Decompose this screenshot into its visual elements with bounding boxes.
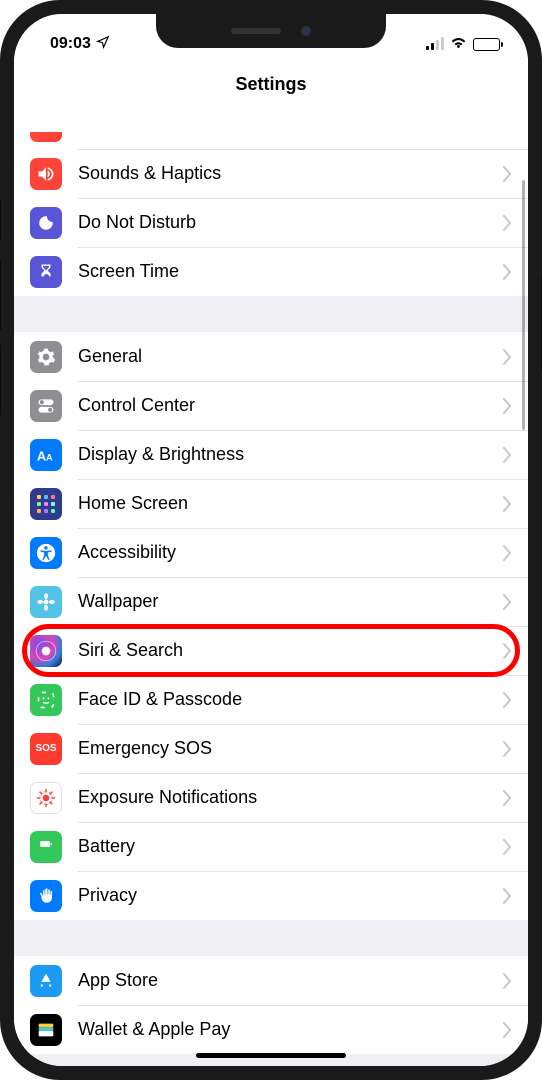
status-time: 09:03 <box>50 35 91 53</box>
settings-row-privacy[interactable]: Privacy <box>14 871 528 920</box>
row-label: Display & Brightness <box>78 444 503 465</box>
svg-text:A: A <box>37 448 46 463</box>
settings-row-screen-time[interactable]: Screen Time <box>14 247 528 296</box>
row-label: General <box>78 346 503 367</box>
hw-volume-down <box>0 345 1 415</box>
svg-text:A: A <box>46 452 53 462</box>
settings-row-siri-search[interactable]: Siri & Search <box>14 626 528 675</box>
face-icon <box>30 684 62 716</box>
cellular-signal-icon <box>426 38 444 50</box>
chevron-right-icon <box>503 741 512 757</box>
battery-icon <box>473 38 500 51</box>
settings-row-home-screen[interactable]: Home Screen <box>14 479 528 528</box>
chevron-right-icon <box>503 973 512 989</box>
moon-icon <box>30 207 62 239</box>
page-title: Settings <box>235 74 306 95</box>
chevron-right-icon <box>503 447 512 463</box>
row-label: Privacy <box>78 885 503 906</box>
settings-row-do-not-disturb[interactable]: Do Not Disturb <box>14 198 528 247</box>
chevron-right-icon <box>503 166 512 182</box>
chevron-right-icon <box>503 790 512 806</box>
settings-row-accessibility[interactable]: Accessibility <box>14 528 528 577</box>
row-label: Sounds & Haptics <box>78 163 503 184</box>
chevron-right-icon <box>503 496 512 512</box>
settings-row-sounds-haptics[interactable]: Sounds & Haptics <box>14 149 528 198</box>
flower-icon <box>30 586 62 618</box>
location-icon <box>96 35 110 54</box>
nav-header: Settings <box>14 60 528 110</box>
settings-row-exposure-notifications[interactable]: Exposure Notifications <box>14 773 528 822</box>
chevron-right-icon <box>503 692 512 708</box>
switches-icon <box>30 390 62 422</box>
settings-row-control-center[interactable]: Control Center <box>14 381 528 430</box>
appstore-icon <box>30 965 62 997</box>
chevron-right-icon <box>503 888 512 904</box>
virus-icon <box>30 782 62 814</box>
row-label: Accessibility <box>78 542 503 563</box>
settings-group: App Store Wallet & Apple Pay <box>14 956 528 1054</box>
chevron-right-icon <box>503 349 512 365</box>
chevron-right-icon <box>503 594 512 610</box>
settings-row-emergency-sos[interactable]: SOS Emergency SOS <box>14 724 528 773</box>
chevron-right-icon <box>503 839 512 855</box>
speaker-icon <box>30 158 62 190</box>
settings-row-face-id-passcode[interactable]: Face ID & Passcode <box>14 675 528 724</box>
settings-row-wallet-apple-pay[interactable]: Wallet & Apple Pay <box>14 1005 528 1054</box>
settings-row-app-store[interactable]: App Store <box>14 956 528 1005</box>
settings-group: General Control Center AA Display & Brightn… <box>14 332 528 920</box>
home-indicator[interactable] <box>196 1053 346 1058</box>
wifi-icon <box>450 35 467 53</box>
row-label: Control Center <box>78 395 503 416</box>
row-label: Face ID & Passcode <box>78 689 503 710</box>
scrollbar[interactable] <box>522 180 525 430</box>
row-label: Exposure Notifications <box>78 787 503 808</box>
row-label: Home Screen <box>78 493 503 514</box>
gear-icon <box>30 341 62 373</box>
row-label: Screen Time <box>78 261 503 282</box>
accessibility-icon <box>30 537 62 569</box>
wallet-icon <box>30 1014 62 1046</box>
row-label: Emergency SOS <box>78 738 503 759</box>
chevron-right-icon <box>503 215 512 231</box>
row-label: Siri & Search <box>78 640 503 661</box>
settings-row-display-brightness[interactable]: AA Display & Brightness <box>14 430 528 479</box>
chevron-right-icon <box>503 545 512 561</box>
row-label: App Store <box>78 970 503 991</box>
hw-volume-up <box>0 260 1 330</box>
hourglass-icon <box>30 256 62 288</box>
notch <box>156 14 386 48</box>
siri-icon <box>30 635 62 667</box>
row-label: Battery <box>78 836 503 857</box>
chevron-right-icon <box>503 264 512 280</box>
settings-row-truncated[interactable] <box>14 110 528 149</box>
sos-icon: SOS <box>30 733 62 765</box>
battery-icon <box>30 831 62 863</box>
chevron-right-icon <box>503 1022 512 1038</box>
settings-list[interactable]: Sounds & Haptics Do Not Disturb Screen Tim… <box>14 110 528 1066</box>
row-label: Wallet & Apple Pay <box>78 1019 503 1040</box>
grid-icon <box>30 488 62 520</box>
chevron-right-icon <box>503 643 512 659</box>
hand-icon <box>30 880 62 912</box>
text-size-icon: AA <box>30 439 62 471</box>
settings-group: Sounds & Haptics Do Not Disturb Screen Tim… <box>14 110 528 296</box>
chevron-right-icon <box>503 398 512 414</box>
hw-silent-switch <box>0 200 1 240</box>
row-label: Wallpaper <box>78 591 503 612</box>
settings-row-battery[interactable]: Battery <box>14 822 528 871</box>
row-label: Do Not Disturb <box>78 212 503 233</box>
settings-row-wallpaper[interactable]: Wallpaper <box>14 577 528 626</box>
screen: 09:03 Settings <box>14 14 528 1066</box>
settings-row-general[interactable]: General <box>14 332 528 381</box>
phone-frame: 09:03 Settings <box>0 0 542 1080</box>
